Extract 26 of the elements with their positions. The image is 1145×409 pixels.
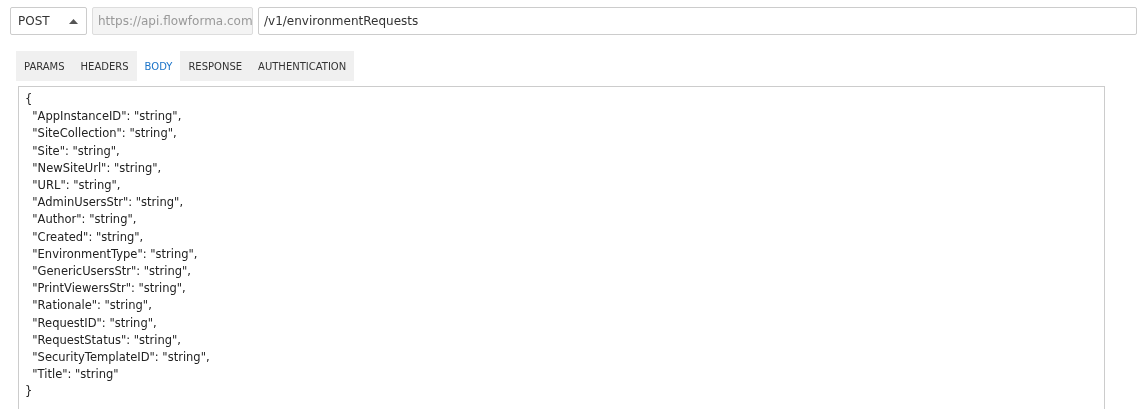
- code-line: "Author": "string",: [31, 211, 138, 229]
- caret-icon: [69, 18, 78, 24]
- code-line: "Created": "string",: [31, 228, 145, 246]
- code-line: "Site": "string",: [31, 142, 121, 160]
- code-line: "Title": "string": [31, 366, 120, 384]
- code-line: "NewSiteUrl": "string",: [31, 159, 163, 177]
- tab[interactable]: AUTHENTICATION: [250, 51, 355, 81]
- path-field[interactable]: /v1/environmentRequests: [258, 7, 1137, 35]
- code-line: "EnvironmentType": "string",: [31, 245, 199, 263]
- code-line: "RequestID": "string",: [31, 314, 158, 332]
- code-line: "GenericUsersStr": "string",: [31, 263, 192, 281]
- code-line: }: [25, 383, 34, 401]
- code-line: "URL": "string",: [31, 177, 122, 194]
- code-line: "RequestStatus": "string",: [31, 331, 183, 349]
- code-line: "Rationale": "string",: [31, 297, 153, 315]
- code-line: {: [25, 91, 34, 108]
- code-line: "SecurityTemplateID": "string",: [31, 349, 211, 367]
- body-editor[interactable]: [18, 86, 1105, 409]
- method-select[interactable]: POST: [10, 7, 87, 35]
- tab[interactable]: PARAMS: [16, 51, 73, 81]
- code-line: "SiteCollection": "string",: [31, 125, 178, 143]
- code-line: "AppInstanceID": "string",: [31, 108, 183, 126]
- code-line: "AdminUsersStr": "string",: [31, 194, 185, 212]
- code-line: "PrintViewersStr": "string",: [31, 280, 187, 298]
- tab[interactable]: HEADERS: [72, 51, 137, 81]
- tab[interactable]: RESPONSE: [180, 51, 251, 81]
